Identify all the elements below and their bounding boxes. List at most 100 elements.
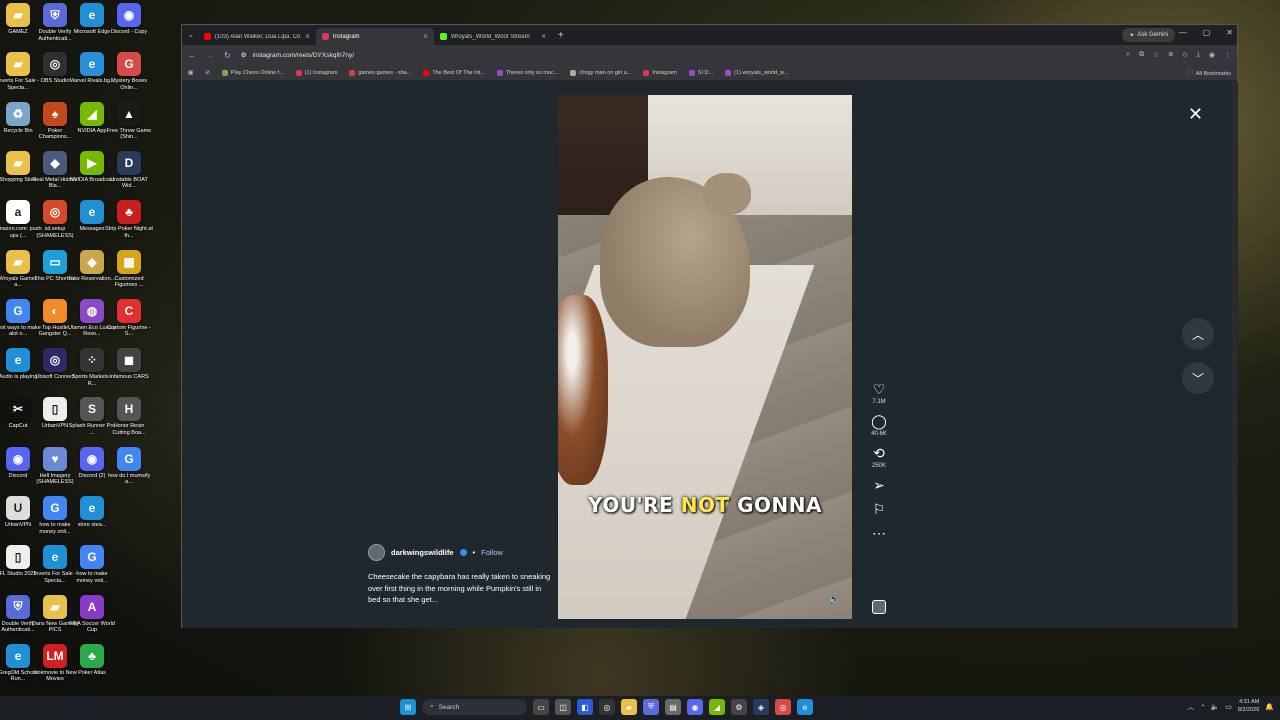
volume-icon[interactable]: 🔈 bbox=[1211, 703, 1220, 711]
apps-icon[interactable]: ▦ bbox=[188, 70, 193, 76]
favorites-icon[interactable]: ✩ bbox=[1182, 51, 1188, 59]
desktop-icon[interactable]: H Honor Resin Cutting Boa... bbox=[106, 397, 152, 446]
widgets-icon[interactable]: ◫ bbox=[555, 699, 571, 715]
audio-thumbnail[interactable] bbox=[872, 600, 886, 614]
zoom-icon[interactable]: ⌕ bbox=[1126, 51, 1130, 59]
install-app-icon[interactable]: ⧉ bbox=[1139, 51, 1144, 59]
tab-search-icon[interactable]: ⌄ bbox=[188, 31, 194, 39]
desktop-app-icon: ◉ bbox=[80, 446, 104, 471]
browser-tab[interactable]: (103) Alan Walker, Dua Lipa, Co... × bbox=[198, 28, 316, 45]
desktop-icon[interactable]: G Mystery Boxes Onlin... bbox=[106, 52, 152, 101]
minimize-icon[interactable]: — bbox=[1179, 28, 1187, 37]
site-info-icon[interactable]: ⚙ bbox=[241, 51, 247, 59]
maximize-icon[interactable]: ▢ bbox=[1203, 28, 1211, 37]
like-button[interactable]: ♡ 7.1M bbox=[872, 382, 885, 406]
store-icon[interactable]: ◧ bbox=[577, 699, 593, 715]
bookmark-item[interactable]: clingy man on girl a... bbox=[570, 69, 631, 76]
desktop-app-icon: ▰ bbox=[6, 150, 30, 175]
all-bookmarks-button[interactable]: 🗀 All Bookmarks bbox=[1187, 69, 1231, 78]
desktop-app-icon: ♥ bbox=[43, 446, 67, 471]
address-bar[interactable]: ⚙ instagram.com/reels/DYXskqIh7ny/ bbox=[241, 48, 1117, 63]
comment-button[interactable]: ◯ 40.6K bbox=[871, 414, 887, 438]
ask-gemini-button[interactable]: ✦ Ask Gemini bbox=[1122, 28, 1175, 42]
edge-icon[interactable]: e bbox=[797, 699, 813, 715]
search-icon: ⌕ bbox=[430, 703, 434, 710]
desktop-icon[interactable]: ▦ Customized Figurines ... bbox=[106, 249, 152, 299]
clock[interactable]: 4:31 AM 8/2/2026 bbox=[1238, 699, 1259, 714]
gemini-icon: ✦ bbox=[1129, 32, 1135, 39]
task-view-icon[interactable]: ▭ bbox=[533, 699, 549, 715]
discord-taskbar-icon[interactable]: ◉ bbox=[687, 699, 703, 715]
browser-tab[interactable]: Instagram × bbox=[315, 28, 434, 45]
reel-description[interactable]: Cheesecake the capybara has really taken… bbox=[368, 571, 553, 606]
desktop-app-icon: ♻ bbox=[6, 101, 30, 126]
bookmark-item[interactable]: The Best Of The Int... bbox=[423, 69, 485, 76]
taskbar-search[interactable]: ⌕ Search bbox=[422, 699, 527, 715]
desktop-icon[interactable]: D Unstable BOAT Wid... bbox=[106, 150, 152, 200]
back-icon[interactable]: ← bbox=[188, 51, 196, 60]
desktop-app-icon: ◐ bbox=[43, 298, 67, 323]
share-button[interactable]: ➢ bbox=[873, 478, 885, 493]
battery-icon[interactable]: ▭ bbox=[1225, 703, 1232, 711]
save-button[interactable]: ⚐ bbox=[873, 502, 886, 517]
desktop-app-icon: ▲ bbox=[117, 101, 141, 126]
notifications-icon[interactable]: 🔔 bbox=[1265, 703, 1274, 711]
forward-icon[interactable]: → bbox=[206, 51, 214, 60]
close-tab-icon[interactable]: × bbox=[541, 32, 546, 41]
avatar[interactable] bbox=[368, 544, 385, 561]
desktop-icon[interactable]: C Custom Figurine - S... bbox=[106, 298, 152, 348]
bookmark-label: SI D... bbox=[697, 69, 714, 76]
nvidia-taskbar-icon[interactable]: ◢ bbox=[709, 699, 725, 715]
profile-icon[interactable]: ◉ bbox=[1209, 51, 1215, 59]
more-options-button[interactable]: ⋯ bbox=[872, 526, 886, 541]
browser-tab[interactable]: Wroyals_World_Woof Stream × bbox=[434, 28, 552, 45]
bookmark-item[interactable]: Instagram bbox=[643, 69, 677, 76]
close-window-icon[interactable]: ✕ bbox=[1226, 28, 1233, 37]
chrome-icon[interactable]: ◎ bbox=[775, 699, 791, 715]
file-explorer-icon[interactable]: ▰ bbox=[621, 699, 637, 715]
bookmark-item[interactable]: (1) wroyals_world_w... bbox=[725, 69, 789, 76]
steam-icon[interactable]: ◈ bbox=[753, 699, 769, 715]
desktop-icon[interactable]: Ghow do I mumsify a... bbox=[106, 446, 152, 496]
notepad-icon[interactable]: ▤ bbox=[665, 699, 681, 715]
close-tab-icon[interactable]: × bbox=[423, 32, 428, 41]
next-reel-button[interactable]: ﹀ bbox=[1182, 362, 1214, 394]
repost-button[interactable]: ⟲ 250K bbox=[872, 446, 886, 470]
desktop-app-icon: ▶ bbox=[80, 150, 104, 175]
settings-icon[interactable]: ⚙ bbox=[731, 699, 747, 715]
bookmark-star-icon[interactable]: ☆ bbox=[1153, 51, 1159, 59]
extensions-icon[interactable]: ⧈ bbox=[1168, 51, 1172, 59]
reload-icon[interactable]: ↻ bbox=[224, 51, 231, 60]
bookmark-item[interactable]: SI D... bbox=[688, 69, 714, 76]
video-caption: YOU'RE NOT GONNA bbox=[558, 493, 852, 517]
desktop-icon[interactable]: ▲ Free Throw Game (Shin... bbox=[106, 101, 152, 151]
reel-video[interactable]: YOU'RE NOT GONNA 🔈 bbox=[558, 95, 852, 619]
bookmark-folder-icon[interactable]: ⊘ bbox=[205, 70, 210, 76]
desktop-app-icon: ♣ bbox=[80, 643, 104, 668]
close-reel-icon[interactable]: ✕ bbox=[1188, 104, 1203, 125]
downloads-icon[interactable]: ⤓ bbox=[1197, 51, 1200, 59]
previous-reel-button[interactable]: ︿ bbox=[1182, 318, 1214, 350]
desktop-icon-label: Free Throw Game (Shin... bbox=[106, 127, 152, 141]
scrollbar[interactable] bbox=[1232, 82, 1237, 628]
bookmark-item[interactable]: Theres only so muc... bbox=[496, 69, 558, 76]
new-tab-button[interactable]: + bbox=[558, 30, 564, 41]
desktop-icon[interactable]: ◉ Discord - Copy bbox=[106, 3, 152, 52]
bookmark-item[interactable]: games games - sha... bbox=[349, 69, 411, 76]
desktop-icon[interactable]: ♣ Strip Poker Night at th... bbox=[105, 200, 153, 249]
bookmark-item[interactable]: (1) Instagram bbox=[295, 69, 337, 76]
authenticator-icon[interactable]: ⛨ bbox=[643, 699, 659, 715]
close-tab-icon[interactable]: × bbox=[305, 32, 310, 41]
bookmark-item[interactable]: Play Chess Online f... bbox=[221, 69, 284, 76]
follow-button[interactable]: Follow bbox=[481, 548, 503, 557]
menu-icon[interactable]: ⋮ bbox=[1224, 51, 1231, 59]
chrome-taskbar-icon[interactable]: ◎ bbox=[599, 699, 615, 715]
mute-icon[interactable]: 🔈 bbox=[829, 594, 840, 605]
username[interactable]: darkwingswildlife bbox=[391, 548, 454, 557]
wifi-icon[interactable]: ◔ bbox=[1200, 703, 1204, 710]
desktop-icon[interactable]: ◼ Infamous CARS bbox=[106, 348, 152, 397]
tray-overflow-icon[interactable]: ︿ bbox=[1187, 702, 1194, 712]
start-icon[interactable]: ⊞ bbox=[400, 699, 416, 715]
desktop-icon[interactable]: ♣ Poker Atlas bbox=[69, 643, 115, 693]
bookmark-favicon-icon bbox=[423, 69, 430, 76]
